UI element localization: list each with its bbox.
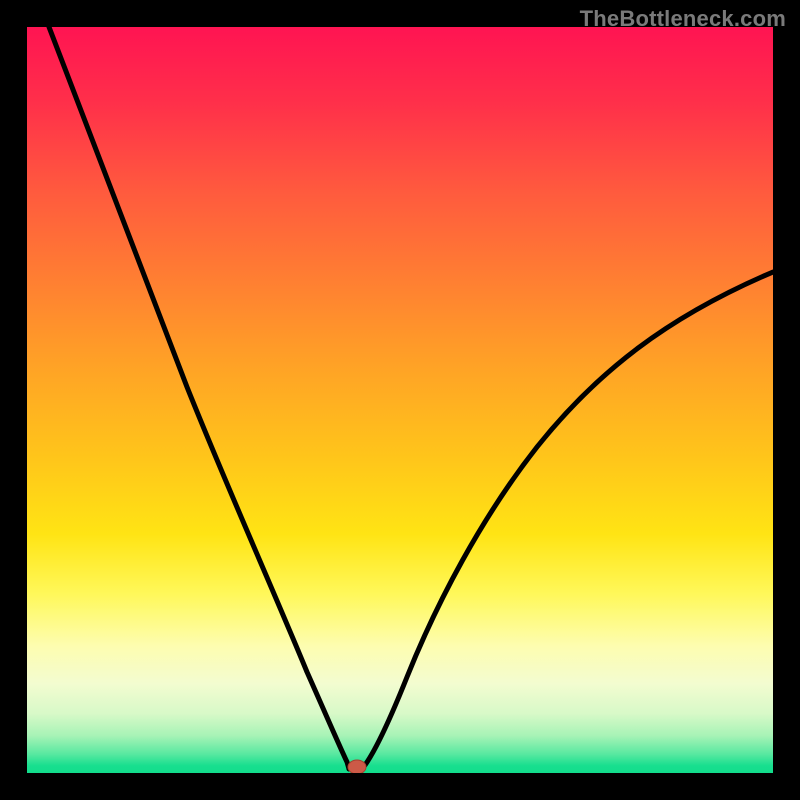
optimum-marker (348, 760, 366, 773)
plot-area (27, 27, 773, 773)
curve-left-arm (49, 27, 349, 769)
chart-frame: TheBottleneck.com (0, 0, 800, 800)
bottleneck-curve (27, 27, 773, 773)
curve-right-arm (362, 272, 773, 769)
